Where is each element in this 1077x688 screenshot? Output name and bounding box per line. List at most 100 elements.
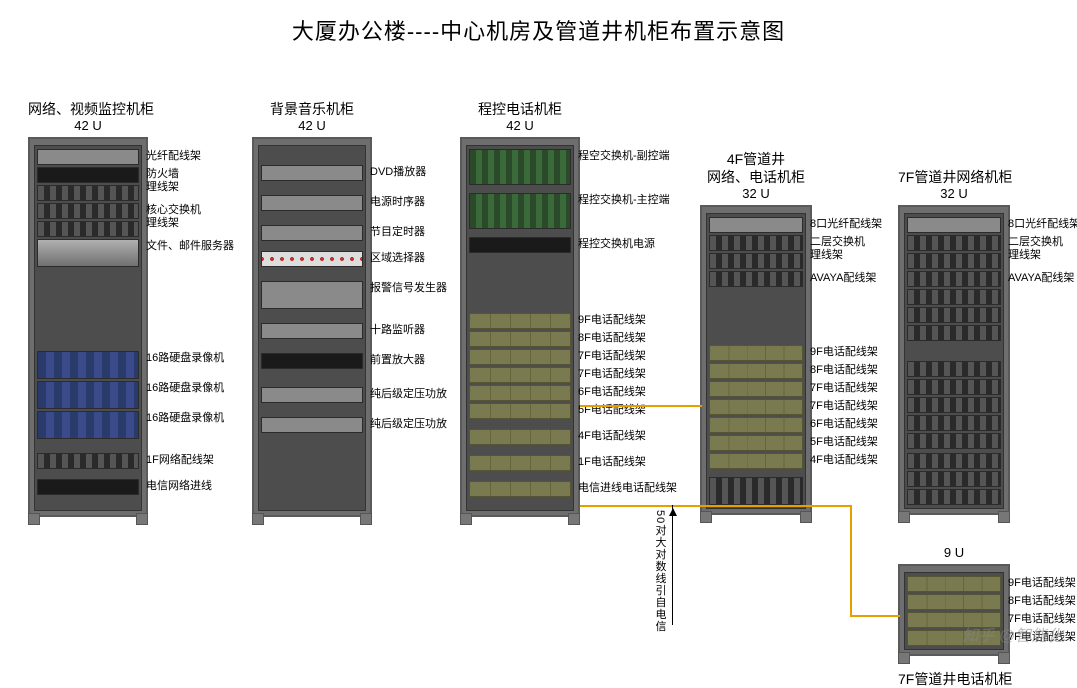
device-patch-6f: 6F电话配线架 — [469, 385, 571, 401]
label: 6F电话配线架 — [578, 386, 646, 399]
device-8fiber: 8口光纤配线架 — [709, 217, 803, 233]
label: 纯后级定压功放 — [370, 388, 447, 401]
device-dvr-1: 16路硬盘录像机 — [37, 351, 139, 379]
label: 电信网络进线 — [146, 480, 212, 493]
diagram-canvas: 网络、视频监控机柜 42 U 光纤配线架 防火墙 理线架 核心交换机 理线架 文… — [0, 60, 1077, 680]
label: AVAYA配线架 — [1008, 272, 1074, 285]
device-sw9 — [907, 453, 1001, 469]
device-patch-9f: 9F电话配线架 — [469, 313, 571, 329]
device-alarm-gen: 报警信号发生器 — [261, 281, 363, 309]
device-preamp: 前置放大器 — [261, 353, 363, 369]
device-amp-1: 纯后级定压功放 — [261, 387, 363, 403]
device-power-seq: 电源时序器 — [261, 195, 363, 211]
telecom-note: 50对大对数线引自电信 — [652, 510, 668, 632]
device-patch-7f-a: 7F电话配线架 — [709, 381, 803, 397]
device-10ch-monitor: 十路监听器 — [261, 323, 363, 339]
rack-size: 32 U — [898, 186, 1010, 201]
device-avaya: AVAYA配线架 — [709, 271, 803, 287]
link-vert — [850, 505, 852, 615]
label: 纯后级定压功放 — [370, 418, 447, 431]
device-sw4 — [907, 361, 1001, 377]
label: 程控交换机电源 — [578, 238, 655, 251]
device-patch-5f: 5F电话配线架 — [469, 403, 571, 419]
device-sw7 — [907, 415, 1001, 431]
rack-title: 背景音乐机柜 — [252, 100, 372, 118]
device-patch-4f: 4F电话配线架 — [469, 429, 571, 445]
label: 7F电话配线架 — [810, 382, 878, 395]
label: 9F电话配线架 — [810, 346, 878, 359]
device-core-switch: 核心交换机 理线架 — [37, 203, 139, 219]
telecom-arrow — [672, 505, 673, 625]
label: 十路监听器 — [370, 324, 425, 337]
label: 防火墙 理线架 — [146, 168, 179, 193]
label: 16路硬盘录像机 — [146, 412, 224, 425]
device-telecom-net-in: 电信网络进线 — [37, 479, 139, 495]
rack-network-video: 网络、视频监控机柜 42 U 光纤配线架 防火墙 理线架 核心交换机 理线架 文… — [28, 100, 148, 517]
label: DVD播放器 — [370, 166, 426, 179]
label: 程控交换机-主控端 — [578, 194, 670, 207]
device-dvd: DVD播放器 — [261, 165, 363, 181]
link-r3-to-r4 — [580, 405, 702, 407]
label: 光纤配线架 — [146, 150, 201, 163]
label: 9F电话配线架 — [1008, 577, 1076, 590]
device-sw5 — [907, 379, 1001, 395]
label: 1F电话配线架 — [578, 456, 646, 469]
label: 8口光纤配线架 — [810, 218, 882, 231]
device-pbx-main: 程控交换机-主控端 — [469, 193, 571, 229]
device-l2-switch: 二层交换机 理线架 — [907, 235, 1001, 251]
device-l2-switch: 二层交换机 理线架 — [709, 235, 803, 251]
label: 程空交换机-副控端 — [578, 150, 670, 163]
label: 8F电话配线架 — [810, 364, 878, 377]
device-amp-2: 纯后级定压功放 — [261, 417, 363, 433]
device-avaya: AVAYA配线架 — [907, 271, 1001, 287]
rack-7f-phone: 9 U 9F电话配线架 8F电话配线架 7F电话配线架 7F电话配线架 7F管道… — [898, 545, 1010, 688]
label: 二层交换机 理线架 — [810, 236, 865, 261]
rack-title: 网络、视频监控机柜 — [28, 100, 148, 118]
label: 4F电话配线架 — [810, 454, 878, 467]
device-patch-telecom-in: 电信进线电话配线架 — [469, 481, 571, 497]
label: 节目定时器 — [370, 226, 425, 239]
label: 16路硬盘录像机 — [146, 352, 224, 365]
device-patch-7f-a: 7F电话配线架 — [469, 349, 571, 365]
device-patch-9f: 9F电话配线架 — [709, 345, 803, 361]
label: 核心交换机 理线架 — [146, 204, 201, 229]
label: 16路硬盘录像机 — [146, 382, 224, 395]
device-cable-mgr — [37, 221, 139, 237]
label: 9F电话配线架 — [578, 314, 646, 327]
device-patch-8f: 8F电话配线架 — [709, 363, 803, 379]
rack-size: 42 U — [460, 118, 580, 133]
label: 8F电话配线架 — [578, 332, 646, 345]
device-patch-1f: 1F电话配线架 — [469, 455, 571, 471]
device-sw8 — [907, 433, 1001, 449]
device-patch-7f-b: 7F电话配线架 — [469, 367, 571, 383]
device-dvr-2: 16路硬盘录像机 — [37, 381, 139, 409]
device-sw3 — [907, 325, 1001, 341]
device-patch-8f: 8F电话配线架 — [469, 331, 571, 347]
label: 7F电话配线架 — [810, 400, 878, 413]
label: 电源时序器 — [370, 196, 425, 209]
device-firewall: 防火墙 理线架 — [37, 167, 139, 183]
label: 8口光纤配线架 — [1008, 218, 1077, 231]
rack-title: 7F管道井网络机柜 — [898, 168, 1010, 186]
label: 文件、邮件服务器 — [146, 240, 234, 253]
rack-title: 4F管道井 网络、电话机柜 — [700, 150, 812, 186]
device-patch-8f: 8F电话配线架 — [907, 594, 1001, 610]
device-sw11 — [907, 489, 1001, 505]
rack-4f-pipe-well: 4F管道井 网络、电话机柜 32 U 8口光纤配线架 二层交换机 理线架 AVA… — [700, 150, 812, 515]
device-fiber-patch: 光纤配线架 — [37, 149, 139, 165]
device-cable-mgr — [709, 253, 803, 269]
device-patch-9f: 9F电话配线架 — [907, 576, 1001, 592]
label: 5F电话配线架 — [810, 436, 878, 449]
rack-pbx-phone: 程控电话机柜 42 U 程空交换机-副控端 程控交换机-主控端 程控交换机电源 … — [460, 100, 580, 517]
device-zone-sel: 区域选择器 — [261, 251, 363, 267]
device-patch-7f-b: 7F电话配线架 — [709, 399, 803, 415]
rack-size: 42 U — [28, 118, 148, 133]
label: 6F电话配线架 — [810, 418, 878, 431]
rack-title: 7F管道井电话机柜 — [898, 670, 1010, 688]
link-r3-to-r4-b — [580, 505, 850, 507]
watermark: 知乎 @智能化 — [962, 622, 1063, 646]
device-patch-4f: 4F电话配线架 — [709, 453, 803, 469]
device-cable-mgr — [37, 185, 139, 201]
page-title: 大厦办公楼----中心机房及管道井机柜布置示意图 — [0, 0, 1077, 52]
device-sw10 — [907, 471, 1001, 487]
